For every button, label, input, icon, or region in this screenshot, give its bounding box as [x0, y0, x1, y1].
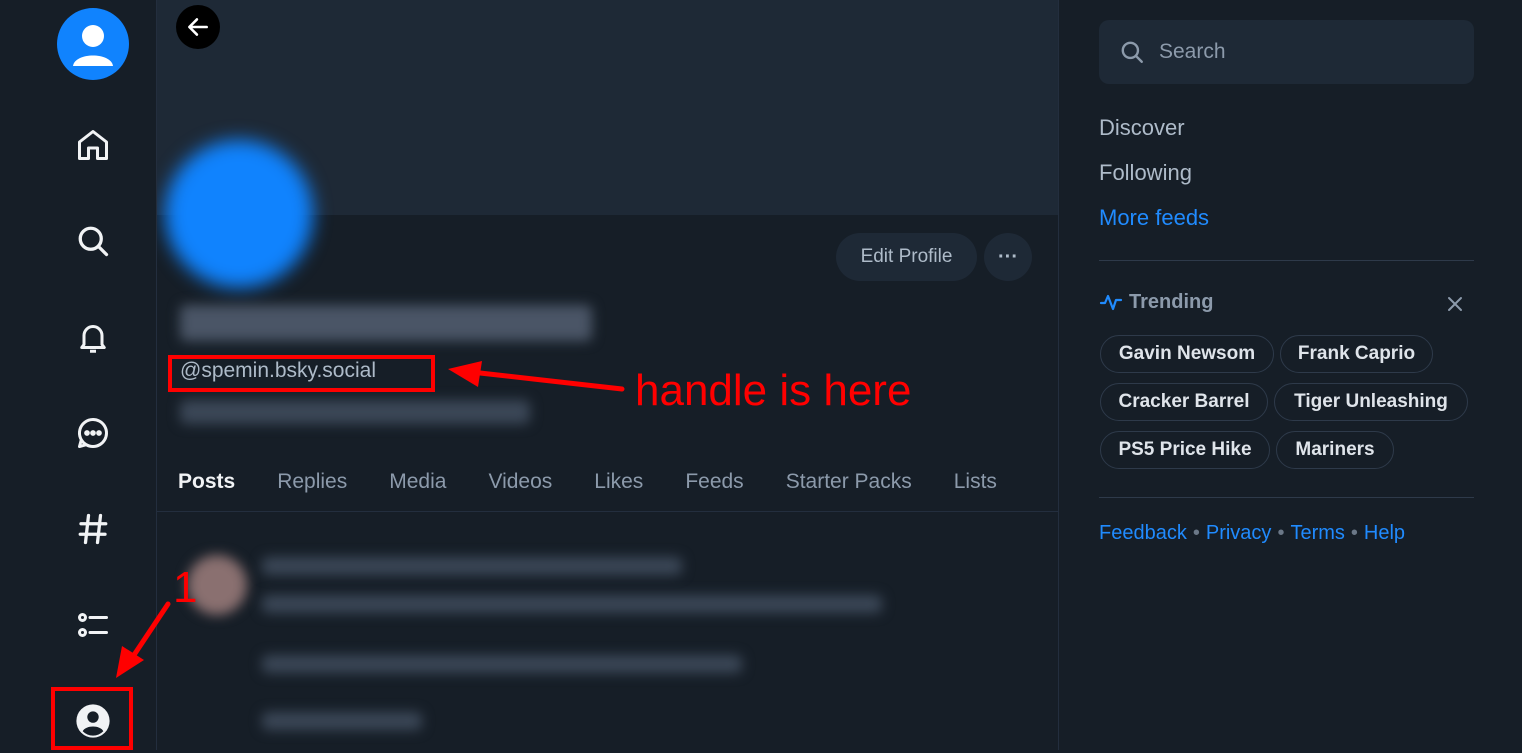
post-line-blurred [262, 655, 742, 673]
post-line-blurred [262, 595, 882, 613]
post-header-blurred [262, 557, 682, 575]
search-input[interactable]: Search [1099, 20, 1474, 84]
trending-icon [1099, 294, 1123, 311]
tab-starter-packs[interactable]: Starter Packs [765, 455, 933, 511]
edit-profile-button[interactable]: Edit Profile [836, 233, 977, 281]
hashtag-icon[interactable] [61, 497, 125, 561]
display-name-blurred [180, 305, 592, 341]
search-icon[interactable] [61, 209, 125, 273]
trending-chip[interactable]: Gavin Newsom [1100, 335, 1274, 373]
trending-title: Trending [1129, 290, 1214, 313]
post-line-blurred [262, 712, 422, 730]
feed-link-following[interactable]: Following [1099, 160, 1192, 186]
more-options-button[interactable]: ··· [984, 233, 1032, 281]
search-icon [1121, 41, 1143, 63]
user-avatar[interactable] [57, 8, 129, 80]
footer-link-terms[interactable]: Terms [1290, 522, 1344, 544]
bell-icon[interactable] [61, 305, 125, 369]
trending-header: Trending [1099, 290, 1213, 314]
right-sidebar: Search Discover Following More feeds Tre… [1059, 0, 1522, 750]
tab-media[interactable]: Media [368, 455, 467, 511]
tab-likes[interactable]: Likes [573, 455, 664, 511]
tab-videos[interactable]: Videos [467, 455, 573, 511]
feed-link-discover[interactable]: Discover [1099, 115, 1185, 141]
footer-link-help[interactable]: Help [1364, 522, 1405, 544]
trending-chip[interactable]: Cracker Barrel [1100, 383, 1268, 421]
profile-tabs: Posts Replies Media Videos Likes Feeds S… [157, 455, 1058, 512]
tab-lists[interactable]: Lists [933, 455, 1018, 511]
divider [1099, 260, 1474, 261]
profile-stats-blurred [180, 400, 530, 424]
handle-highlight-box [168, 355, 435, 392]
chat-icon[interactable] [61, 401, 125, 465]
trending-chip[interactable]: PS5 Price Hike [1100, 431, 1270, 469]
annotation-arrow-handle [448, 361, 625, 392]
trending-chip[interactable]: Frank Caprio [1280, 335, 1433, 373]
arrow-left-icon [188, 18, 208, 36]
trending-chip[interactable]: Mariners [1276, 431, 1394, 469]
search-placeholder: Search [1159, 40, 1226, 63]
annotation-arrow-profile [116, 601, 171, 678]
tab-posts[interactable]: Posts [157, 455, 256, 511]
close-icon[interactable] [1446, 295, 1464, 313]
footer-link-feedback[interactable]: Feedback [1099, 522, 1187, 544]
annotation-step-number: 1 [173, 563, 198, 612]
profile-avatar[interactable] [165, 140, 313, 288]
tab-replies[interactable]: Replies [256, 455, 368, 511]
footer-links: Feedback • Privacy • Terms • Help [1099, 522, 1406, 544]
home-icon[interactable] [61, 113, 125, 177]
profile-highlight-box [51, 687, 133, 750]
annotation-handle-note: handle is here [635, 366, 912, 415]
more-feeds-link[interactable]: More feeds [1099, 205, 1209, 231]
divider [1099, 497, 1474, 498]
tab-feeds[interactable]: Feeds [664, 455, 764, 511]
footer-link-privacy[interactable]: Privacy [1206, 522, 1272, 544]
trending-chip[interactable]: Tiger Unleashing [1274, 383, 1468, 421]
back-button[interactable] [176, 5, 220, 49]
